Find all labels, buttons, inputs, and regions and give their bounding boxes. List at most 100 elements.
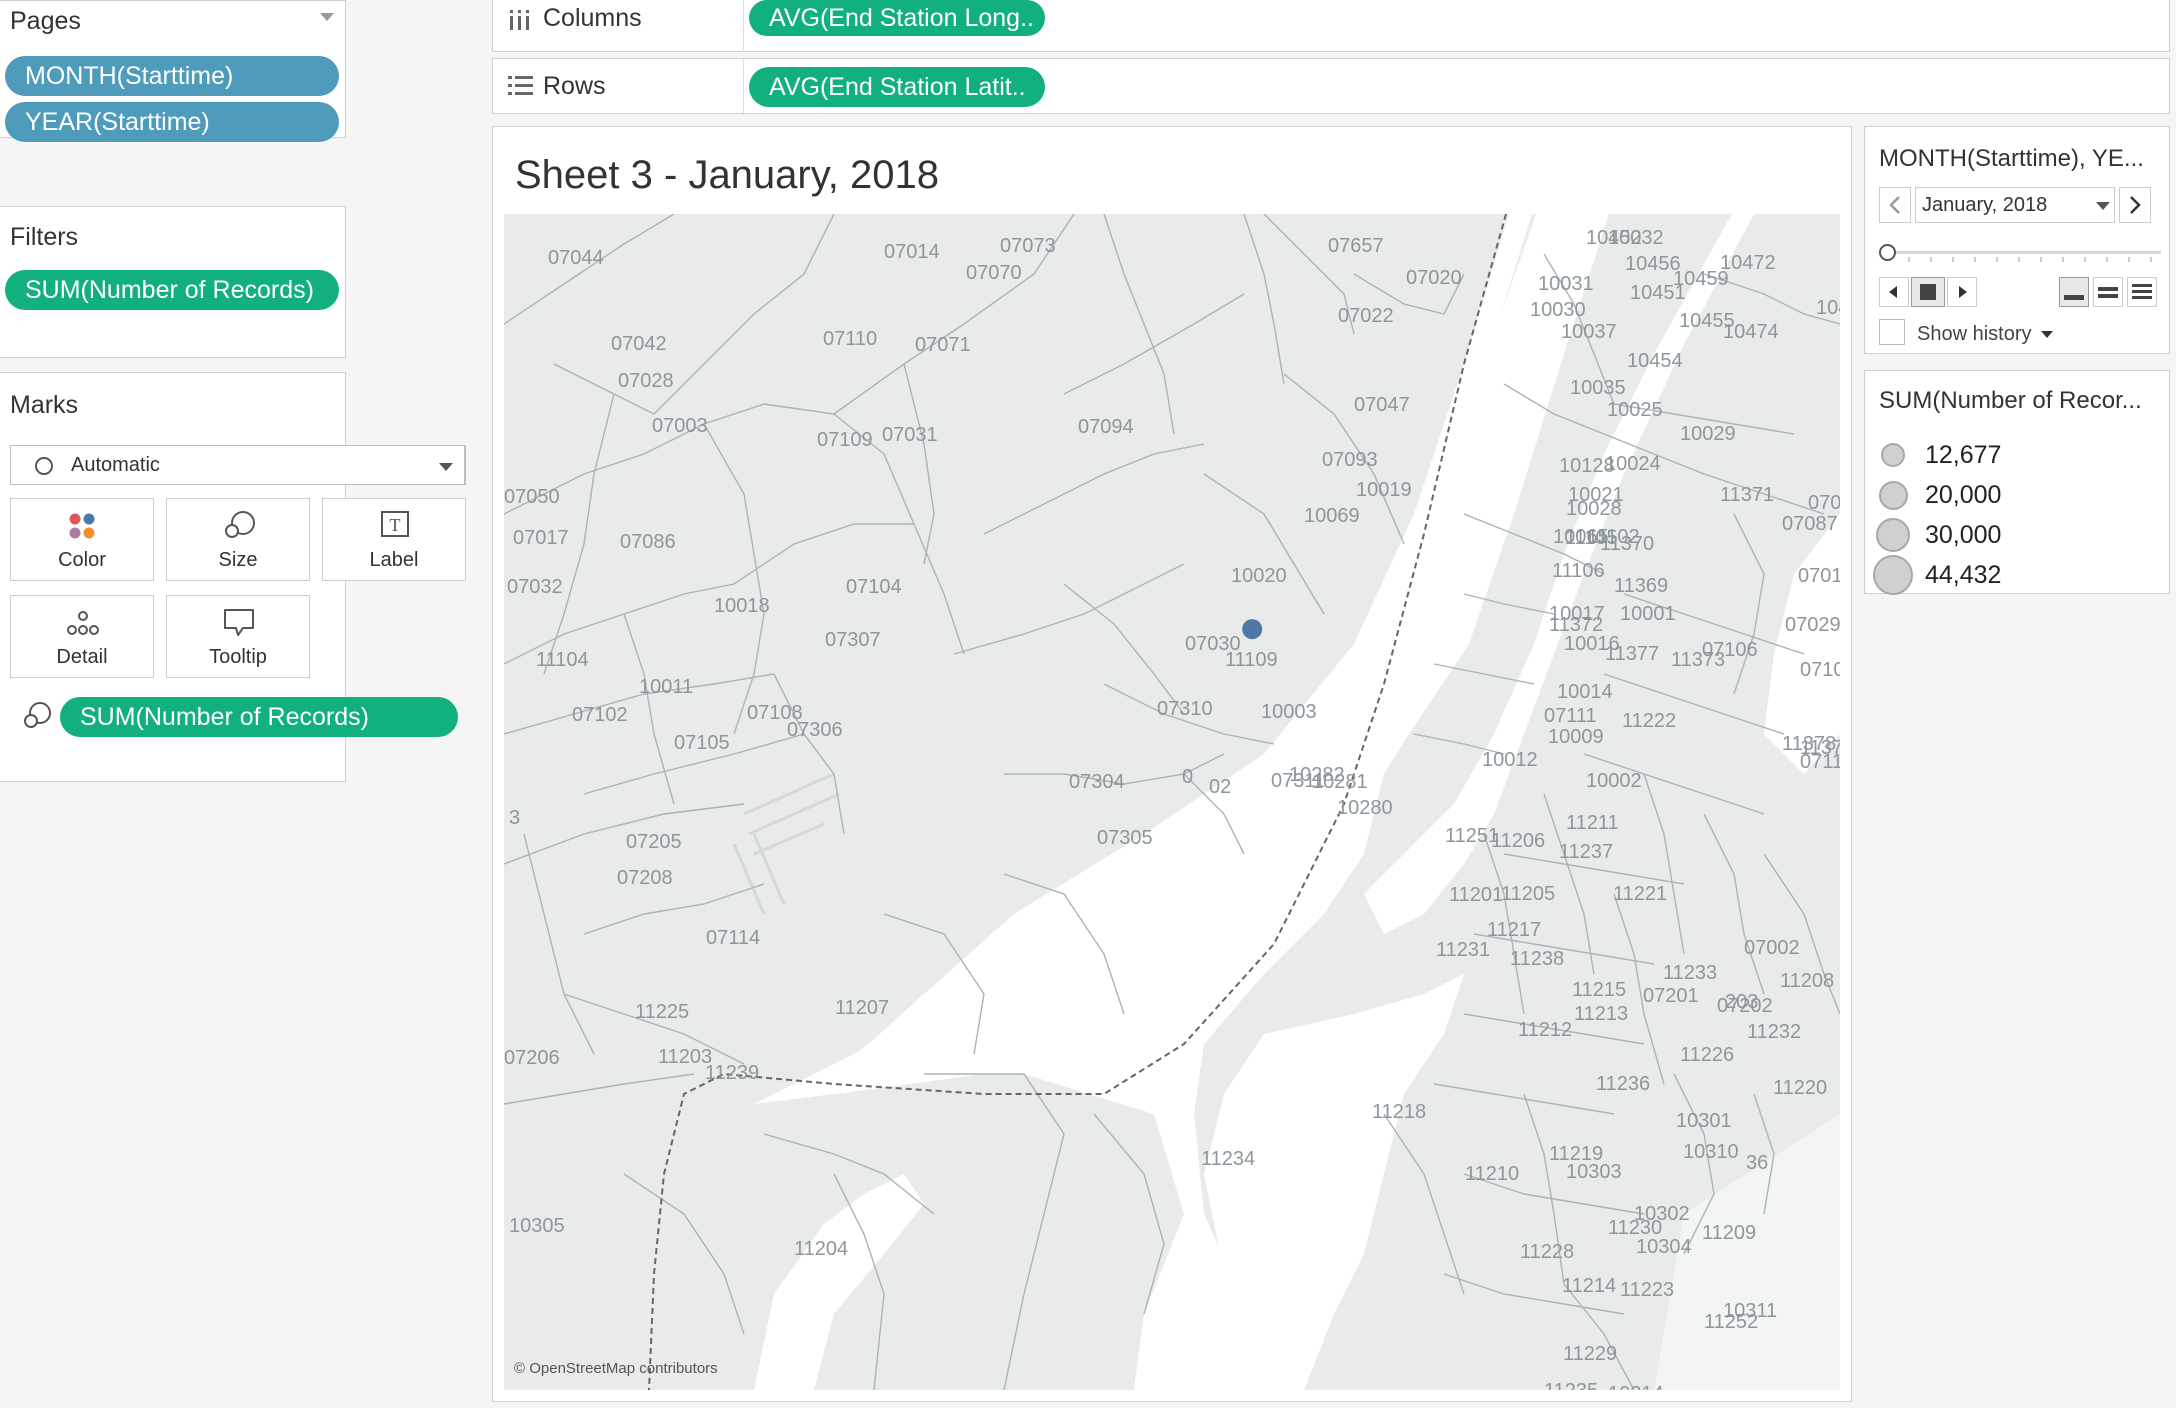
show-history-checkbox[interactable] [1879, 319, 1905, 345]
sheet-title: Sheet 3 - January, 2018 [515, 153, 939, 197]
zip-label: 10452 [1586, 227, 1642, 249]
zip-label: 3 [509, 807, 520, 829]
zip-label: 10020 [1231, 565, 1287, 587]
tooltip-button[interactable]: Tooltip [166, 595, 310, 678]
next-page-button[interactable] [2119, 187, 2151, 223]
zip-label: 11215 [1572, 979, 1626, 1001]
zip-label: 11369 [1614, 575, 1668, 597]
zip-label: 11212 [1518, 1019, 1572, 1041]
zip-label: 07022 [1338, 305, 1394, 327]
zip-label: 11201 [1449, 884, 1503, 906]
zip-label: 11206 [1491, 830, 1545, 852]
zip-label: 11223 [1620, 1279, 1674, 1301]
pages-pill-year[interactable]: YEAR(Starttime) [5, 102, 339, 142]
size-button[interactable]: Size [166, 498, 310, 581]
zip-label: 11218 [1372, 1101, 1426, 1123]
zip-label: 07020 [1406, 267, 1462, 289]
detail-button[interactable]: Detail [10, 595, 154, 678]
marks-size-pill[interactable]: SUM(Number of Records) [60, 697, 458, 737]
pages-menu-caret[interactable] [320, 13, 334, 21]
color-button[interactable]: Color [10, 498, 154, 581]
zip-label: 10281 [1312, 771, 1368, 793]
zip-label: 07208 [617, 867, 673, 889]
map-view[interactable]: 07044 07014 07073 07070 07657 07020 07022 10031… [504, 214, 1840, 1390]
legend-value: 20,000 [1925, 481, 2002, 509]
zip-label: 11233 [1663, 962, 1717, 984]
zip-label: 07201 [1643, 985, 1699, 1007]
zip-label: 11220 [1773, 1077, 1827, 1099]
text-label-icon: T [323, 509, 465, 543]
page-slider[interactable] [1879, 241, 2163, 265]
zip-label: 10304 [1636, 1236, 1692, 1258]
speed-fast-button[interactable] [2127, 277, 2157, 307]
zip-label: 11211 [1566, 812, 1619, 834]
zip-label: 07304 [1069, 771, 1125, 793]
zip-label: 07032 [507, 576, 563, 598]
map-canvas: 07044 07014 07073 07070 07657 07020 07022 10031… [504, 214, 1840, 1390]
play-back-icon [1889, 286, 1897, 298]
page-select[interactable]: January, 2018 [1915, 187, 2115, 223]
speed-slow-button[interactable] [2059, 277, 2089, 307]
zip-label: 10002 [1586, 770, 1642, 792]
station-mark[interactable] [1242, 619, 1263, 640]
pages-title: Pages [10, 7, 81, 35]
zip-label: 11228 [1520, 1241, 1574, 1263]
legend-size-dot [1881, 443, 1905, 467]
zip-label: 10128 [1559, 455, 1615, 477]
rows-pill[interactable]: AVG(End Station Latit.. [749, 67, 1045, 107]
zip-label: 10301 [1676, 1110, 1732, 1132]
mark-type-select-box[interactable]: Automatic [10, 445, 465, 485]
zip-label: 11238 [1510, 948, 1564, 970]
speed-medium-icon [2098, 287, 2118, 298]
zip-label: 10014 [1557, 681, 1613, 703]
chevron-down-icon[interactable] [439, 463, 453, 471]
zip-label: 07111 [1544, 705, 1597, 727]
size-shelf-icon [22, 700, 54, 732]
zip-label: 07112 [1800, 751, 1840, 773]
columns-pill[interactable]: AVG(End Station Long.. [749, 0, 1045, 36]
zip-label: 07102 [572, 704, 628, 726]
zip-label: 11214 [1562, 1275, 1616, 1297]
speed-slow-icon [2064, 295, 2084, 300]
mark-type-circle-icon [35, 457, 53, 475]
map-attribution[interactable]: © OpenStreetMap contributors [514, 1360, 718, 1377]
marks-card: Marks Automatic Color Size T Label Detai… [0, 372, 466, 782]
zip-label: 10029 [1680, 423, 1736, 445]
zip-label: 07306 [787, 719, 843, 741]
zip-label: 11371 [1720, 484, 1774, 506]
zip-label: 10454 [1627, 350, 1683, 372]
zip-label: 10030 [1530, 299, 1586, 321]
speed-medium-button[interactable] [2093, 277, 2123, 307]
slider-thumb[interactable] [1879, 244, 1896, 261]
filters-title: Filters [10, 223, 79, 251]
rows-icon [508, 74, 534, 98]
zip-label: 11209 [1702, 1222, 1756, 1244]
zip-label: 07206 [504, 1047, 560, 1069]
play-back-button[interactable] [1879, 277, 1909, 307]
pages-pill-month[interactable]: MONTH(Starttime) [5, 56, 339, 96]
zip-label: 10303 [1566, 1161, 1622, 1183]
svg-text:T: T [390, 515, 401, 535]
filter-pill-records[interactable]: SUM(Number of Records) [5, 270, 339, 310]
upper-bay [1204, 974, 1464, 1390]
legend-item: 30,000 [1865, 515, 2169, 555]
marks-title: Marks [10, 391, 79, 419]
stop-button[interactable] [1911, 277, 1945, 307]
prev-page-button[interactable] [1879, 187, 1911, 223]
zip-label: 07031 [882, 424, 938, 446]
zip-label: 11237 [1559, 841, 1613, 863]
legend-value: 30,000 [1925, 521, 2002, 549]
zip-label: 07114 [706, 927, 760, 949]
show-history-label[interactable]: Show history [1917, 323, 2032, 346]
zip-label: 07029 [1785, 614, 1840, 636]
label-button[interactable]: T Label [322, 498, 466, 581]
zip-label: 11207 [835, 997, 889, 1019]
caret-down-icon[interactable] [2041, 331, 2053, 338]
airport-runways [732, 772, 840, 915]
zip-label: 07044 [548, 247, 604, 269]
size-icon [167, 509, 309, 543]
filters-card: Filters SUM(Number of Records) [0, 206, 346, 358]
zip-label: 11222 [1622, 710, 1676, 732]
play-forward-button[interactable] [1947, 277, 1977, 307]
zip-label: 10280 [1337, 797, 1393, 819]
